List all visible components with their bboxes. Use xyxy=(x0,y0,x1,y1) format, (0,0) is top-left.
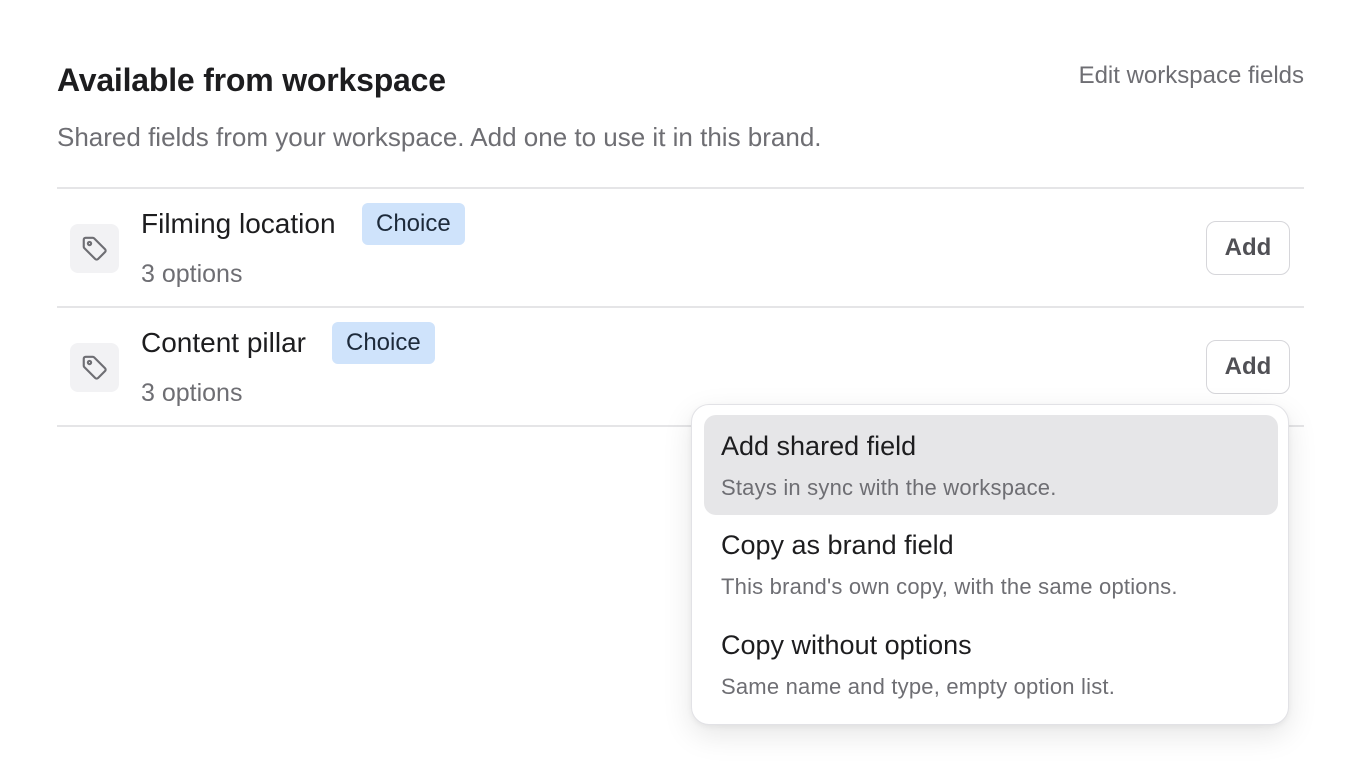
menu-item-add-shared-field[interactable]: Add shared field Stays in sync with the … xyxy=(704,415,1278,515)
section-title: Available from workspace xyxy=(57,62,446,98)
field-name: Filming location xyxy=(141,208,336,239)
add-button[interactable]: Add xyxy=(1206,221,1290,275)
field-options-count: 3 options xyxy=(141,260,243,288)
field-row-filming-location: Filming location Choice 3 options Add xyxy=(57,188,1304,306)
field-type-badge: Choice xyxy=(332,322,435,364)
edit-workspace-fields-link[interactable]: Edit workspace fields xyxy=(1079,62,1304,90)
menu-item-title: Copy as brand field xyxy=(721,530,954,560)
menu-item-description: Stays in sync with the workspace. xyxy=(721,475,1057,500)
add-button[interactable]: Add xyxy=(1206,340,1290,394)
tag-icon xyxy=(70,343,119,392)
menu-item-copy-without-options[interactable]: Copy without options Same name and type,… xyxy=(704,614,1278,714)
section-subtitle: Shared fields from your workspace. Add o… xyxy=(57,122,822,152)
menu-item-title: Add shared field xyxy=(721,431,917,461)
field-type-badge: Choice xyxy=(362,203,465,245)
menu-item-title: Copy without options xyxy=(721,630,972,660)
field-options-count: 3 options xyxy=(141,379,243,407)
menu-item-description: Same name and type, empty option list. xyxy=(721,674,1116,699)
menu-item-description: This brand's own copy, with the same opt… xyxy=(721,574,1178,599)
add-options-menu: Add shared field Stays in sync with the … xyxy=(691,404,1289,725)
tag-icon xyxy=(70,224,119,273)
menu-item-copy-as-brand-field[interactable]: Copy as brand field This brand's own cop… xyxy=(704,514,1278,614)
field-name: Content pillar xyxy=(141,327,306,358)
